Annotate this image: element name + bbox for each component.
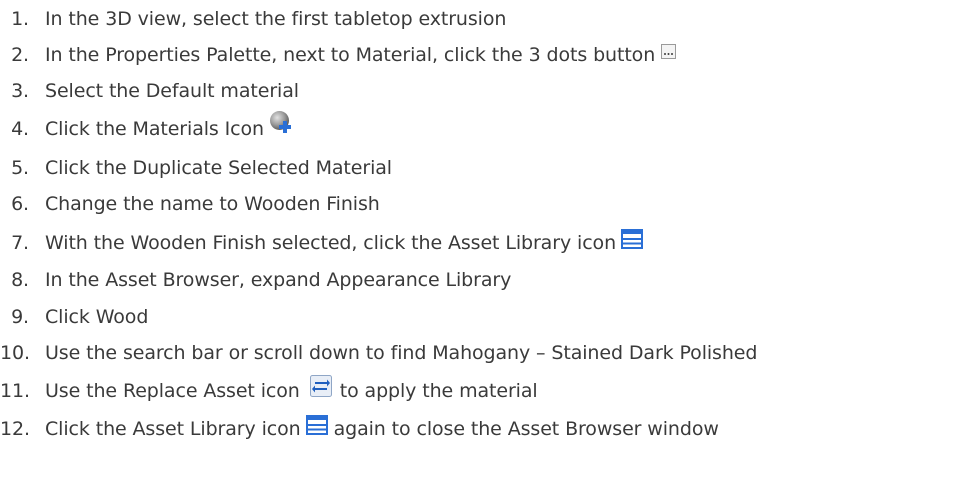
step-text: In the 3D view, select the first tableto…	[45, 8, 507, 30]
step-number: 11.	[0, 380, 30, 402]
step-9: 9. Click Wood	[0, 302, 148, 332]
step-text: In the Asset Browser, expand Appearance …	[45, 269, 512, 291]
step-text: Select the Default material	[45, 80, 299, 102]
step-text: Use the search bar or scroll down to fin…	[45, 342, 758, 364]
step-number: 3.	[11, 80, 29, 102]
asset-library-icon	[621, 229, 644, 249]
step-text: Click the Duplicate Selected Material	[45, 157, 392, 179]
step-text: Click the Materials Icon	[45, 118, 264, 140]
step-12: 12. Click the Asset Library icon again t…	[0, 414, 719, 444]
step-number: 5.	[11, 157, 29, 179]
step-number: 2.	[11, 44, 29, 66]
step-6: 6. Change the name to Wooden Finish	[0, 189, 380, 219]
materials-add-icon	[269, 110, 293, 134]
step-trailing-text: again to close the Asset Browser window	[333, 418, 719, 440]
step-8: 8. In the Asset Browser, expand Appearan…	[0, 265, 511, 295]
step-text: Click the Asset Library icon	[45, 418, 301, 440]
step-number: 9.	[11, 306, 29, 328]
step-4: 4. Click the Materials Icon	[0, 111, 293, 144]
step-10: 10. Use the search bar or scroll down to…	[0, 338, 757, 368]
step-2: 2. In the Properties Palette, next to Ma…	[0, 40, 677, 70]
step-number: 10.	[0, 342, 30, 364]
step-number: 8.	[11, 269, 29, 291]
step-text: Use the Replace Asset icon	[45, 380, 300, 402]
replace-asset-icon	[309, 375, 332, 397]
step-7: 7. With the Wooden Finish selected, clic…	[0, 228, 644, 258]
step-text: In the Properties Palette, next to Mater…	[45, 44, 656, 66]
step-text: Click Wood	[45, 306, 149, 328]
step-1: 1. In the 3D view, select the first tabl…	[0, 4, 506, 34]
step-number: 7.	[11, 232, 29, 254]
step-number: 12.	[0, 418, 30, 440]
ellipsis-button-icon	[661, 43, 677, 59]
step-text: With the Wooden Finish selected, click t…	[45, 232, 617, 254]
step-text: Change the name to Wooden Finish	[45, 193, 380, 215]
step-5: 5. Click the Duplicate Selected Material	[0, 153, 392, 183]
step-number: 4.	[11, 118, 29, 140]
asset-library-icon	[305, 415, 328, 435]
step-11: 11. Use the Replace Asset icon to apply …	[0, 375, 538, 406]
step-trailing-text: to apply the material	[339, 380, 538, 402]
step-number: 1.	[11, 8, 29, 30]
step-number: 6.	[11, 193, 29, 215]
step-3: 3. Select the Default material	[0, 76, 299, 106]
